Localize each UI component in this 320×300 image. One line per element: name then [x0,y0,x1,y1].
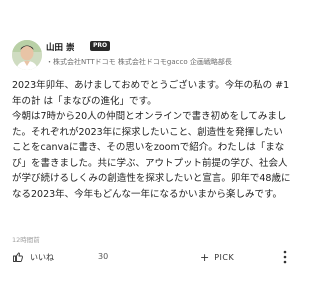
author-title: ・株式会社NTTドコモ 株式会社ドコモgacco 企画戦略部長 [46,58,232,66]
more-vertical-icon [283,250,287,264]
like-label: いいね [30,252,54,262]
post-body-text: 2023年卯年、あけましておめでとうございます。今年の私の #1年の計 は「まな… [12,80,291,200]
avatar[interactable] [12,40,42,70]
post-header: 山田 崇 PRO ・株式会社NTTドコモ 株式会社ドコモgacco 企画戦略部長 [12,38,294,74]
pick-label: PICK [214,252,235,262]
more-options-button[interactable] [280,248,290,266]
author-name[interactable]: 山田 崇 [46,41,74,53]
like-count[interactable]: 30 [98,252,108,261]
pick-button[interactable]: + PICK [200,248,234,266]
post-actions: いいね 30 + PICK [12,248,288,268]
avatar-image [12,40,42,70]
post-timestamp: 12時間前 [12,236,40,244]
pro-badge: PRO [90,41,111,51]
plus-icon: + [200,250,210,264]
thumbs-up-icon [12,251,24,263]
like-button[interactable]: いいね [12,248,54,266]
